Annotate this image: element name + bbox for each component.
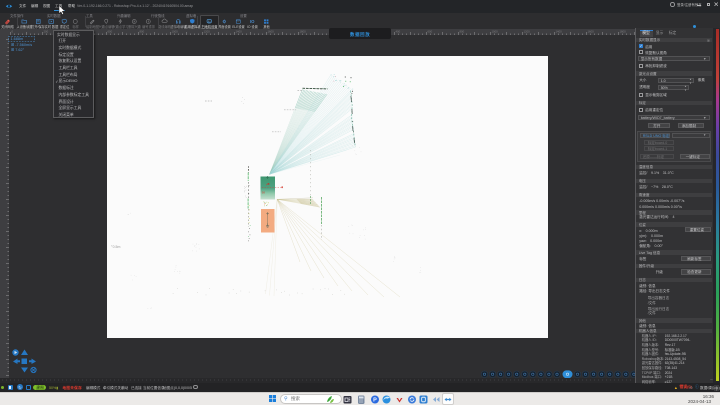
svg-text:P: P [373, 397, 377, 403]
